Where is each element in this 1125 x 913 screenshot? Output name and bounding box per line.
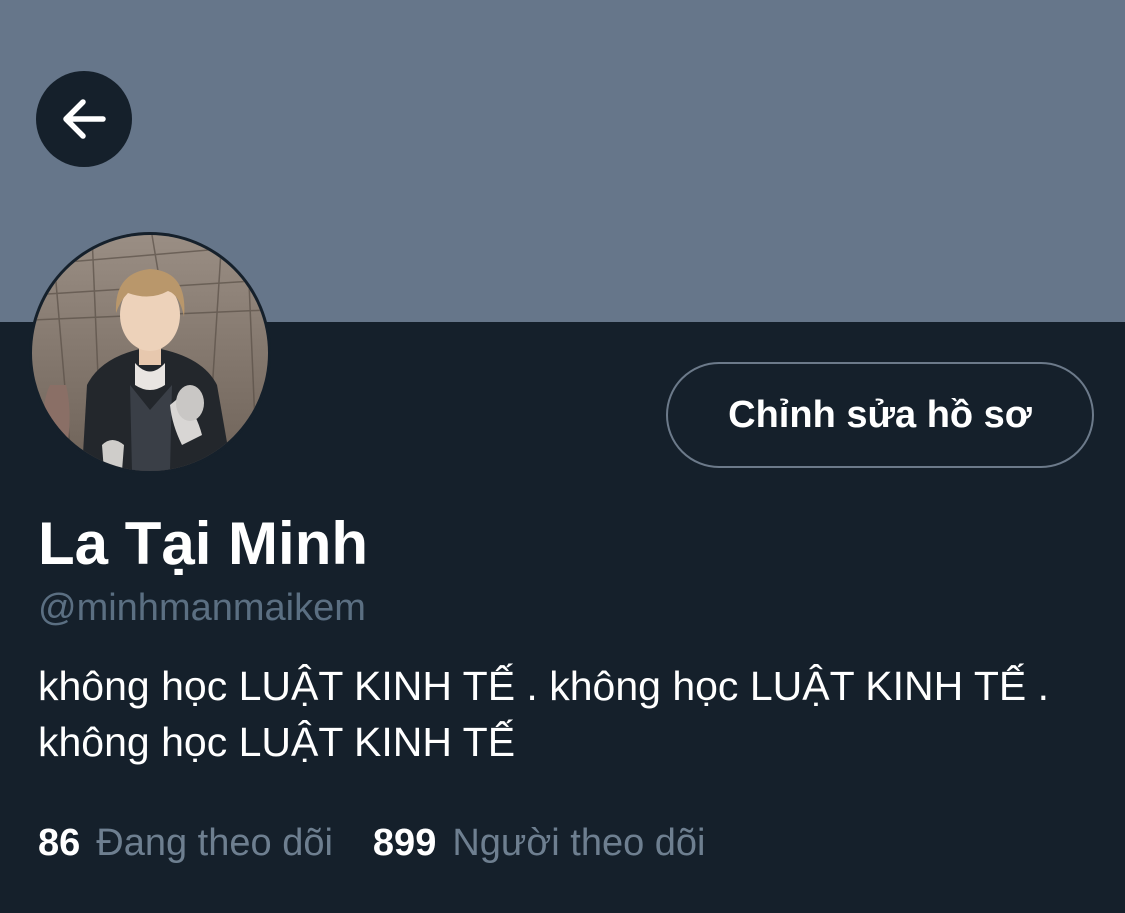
avatar-photo: [32, 235, 268, 471]
edit-profile-label: Chỉnh sửa hồ sơ: [728, 393, 1032, 436]
avatar-border: [29, 232, 271, 474]
user-handle: @minhmanmaikem: [38, 587, 366, 629]
avatar[interactable]: [32, 235, 268, 471]
edit-profile-button[interactable]: Chỉnh sửa hồ sơ: [666, 362, 1094, 468]
following-count: 86: [38, 822, 81, 864]
followers-link[interactable]: 899 Người theo dõi: [373, 818, 706, 868]
display-name: La Tại Minh: [38, 510, 368, 577]
followers-count: 899: [372, 822, 437, 864]
profile-bio: không học LUẬT KINH TẾ . không học LUẬT …: [38, 663, 1050, 765]
profile-stats: 86 Đang theo dõi 899 Người theo dõi: [38, 818, 706, 868]
followers-label: Người theo dõi: [452, 822, 706, 864]
following-link[interactable]: 86 Đang theo dõi: [38, 818, 333, 868]
following-label: Đang theo dõi: [96, 822, 333, 864]
back-button[interactable]: [36, 71, 132, 167]
profile-screen: Chỉnh sửa hồ sơ La Tại Minh @minhmanmaik…: [0, 0, 1125, 913]
arrow-left-icon: [63, 99, 106, 139]
